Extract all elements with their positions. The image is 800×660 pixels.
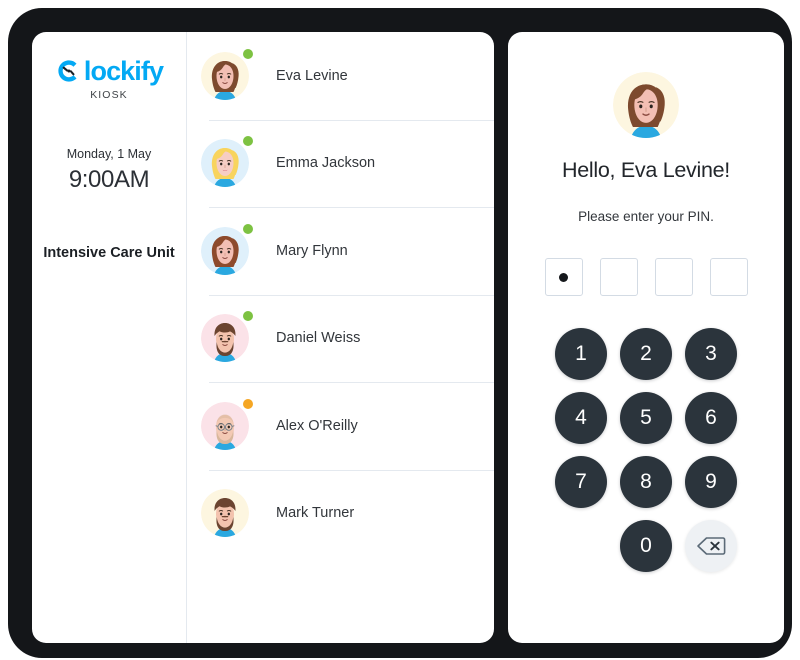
keypad-key-0[interactable]: 0 <box>620 520 672 572</box>
logo: lockify <box>32 57 186 85</box>
pin-box-1[interactable] <box>544 258 583 296</box>
user-avatar-wrap <box>508 72 784 138</box>
logo-wordmark: lockify <box>83 55 164 86</box>
avatar <box>613 72 679 138</box>
keypad-key-7[interactable]: 7 <box>555 456 607 508</box>
status-dot-online <box>243 311 253 322</box>
status-dot-online <box>243 223 253 234</box>
avatar-daniel-weiss <box>201 314 249 363</box>
employee-name: Emma Jackson <box>276 155 376 172</box>
employee-name: Daniel Weiss <box>276 330 361 347</box>
employee-row[interactable]: Mark Turner <box>187 469 494 558</box>
employee-name: Mark Turner <box>276 505 355 522</box>
avatar-emma-jackson <box>201 139 249 188</box>
tablet-screen: lockify KIOSK Monday, 1 May 9:00AM Inten… <box>32 32 494 643</box>
avatar-wrap <box>201 48 253 100</box>
keypad-key-8[interactable]: 8 <box>620 456 672 508</box>
current-time: 9:00AM <box>68 166 150 193</box>
status-dot-online <box>243 48 253 59</box>
employee-name: Mary Flynn <box>276 242 348 259</box>
status-dot-online <box>243 136 253 147</box>
employee-row[interactable]: Eva Levine <box>187 32 494 120</box>
employee-row[interactable]: Emma Jackson <box>187 119 494 208</box>
keypad-key-3[interactable]: 3 <box>685 328 737 380</box>
brand-block: lockify KIOSK <box>32 57 186 101</box>
avatar-wrap <box>201 311 253 363</box>
employee-row[interactable]: Alex O'Reilly <box>187 382 494 470</box>
pin-input-group[interactable] <box>508 258 784 296</box>
clockify-logo-icon <box>55 57 83 85</box>
avatar-wrap <box>201 136 253 188</box>
pin-prompt-text: Please enter your PIN. <box>578 209 714 224</box>
pin-filled-dot <box>559 272 568 282</box>
greeting-text: Hello, Eva Levine! <box>562 158 730 182</box>
department-name: Intensive Care Unit <box>43 245 175 261</box>
current-date: Monday, 1 May <box>66 147 152 161</box>
device-bezel: lockify KIOSK Monday, 1 May 9:00AM Inten… <box>8 8 792 658</box>
avatar-wrap <box>201 489 249 538</box>
info-panel: lockify KIOSK Monday, 1 May 9:00AM Inten… <box>32 32 187 643</box>
keypad-key-2[interactable]: 2 <box>620 328 672 380</box>
pin-box-3[interactable] <box>654 258 693 296</box>
keypad-backspace-button[interactable] <box>685 520 737 572</box>
pin-box-4[interactable] <box>709 258 748 296</box>
backspace-icon <box>696 535 726 557</box>
avatar-wrap <box>201 398 253 450</box>
keypad-key-6[interactable]: 6 <box>685 392 737 444</box>
keypad-key-9[interactable]: 9 <box>685 456 737 508</box>
avatar-eva-levine <box>201 51 249 100</box>
keypad-key-4[interactable]: 4 <box>555 392 607 444</box>
employee-row[interactable]: Daniel Weiss <box>187 294 494 383</box>
employee-row[interactable]: Mary Flynn <box>187 207 494 295</box>
employee-name: Eva Levine <box>276 67 348 84</box>
avatar-wrap <box>201 223 253 275</box>
numeric-keypad[interactable]: 123 456 7890 <box>548 328 744 572</box>
pin-entry-screen: Hello, Eva Levine! Please enter your PIN… <box>508 32 784 643</box>
avatar-alex-oreilly <box>201 401 249 450</box>
kiosk-label: KIOSK <box>90 89 128 101</box>
keypad-key-5[interactable]: 5 <box>620 392 672 444</box>
keypad-key-1[interactable]: 1 <box>555 328 607 380</box>
employee-name: Alex O'Reilly <box>276 417 358 434</box>
avatar-mary-flynn <box>201 226 249 275</box>
status-dot-away <box>243 398 253 409</box>
employee-list[interactable]: Eva Levine Emma Jackson Mary Flynn Daniel W… <box>187 32 494 643</box>
avatar-mark-turner <box>201 489 249 538</box>
pin-box-2[interactable] <box>599 258 638 296</box>
datetime-block: Monday, 1 May 9:00AM <box>32 147 186 194</box>
